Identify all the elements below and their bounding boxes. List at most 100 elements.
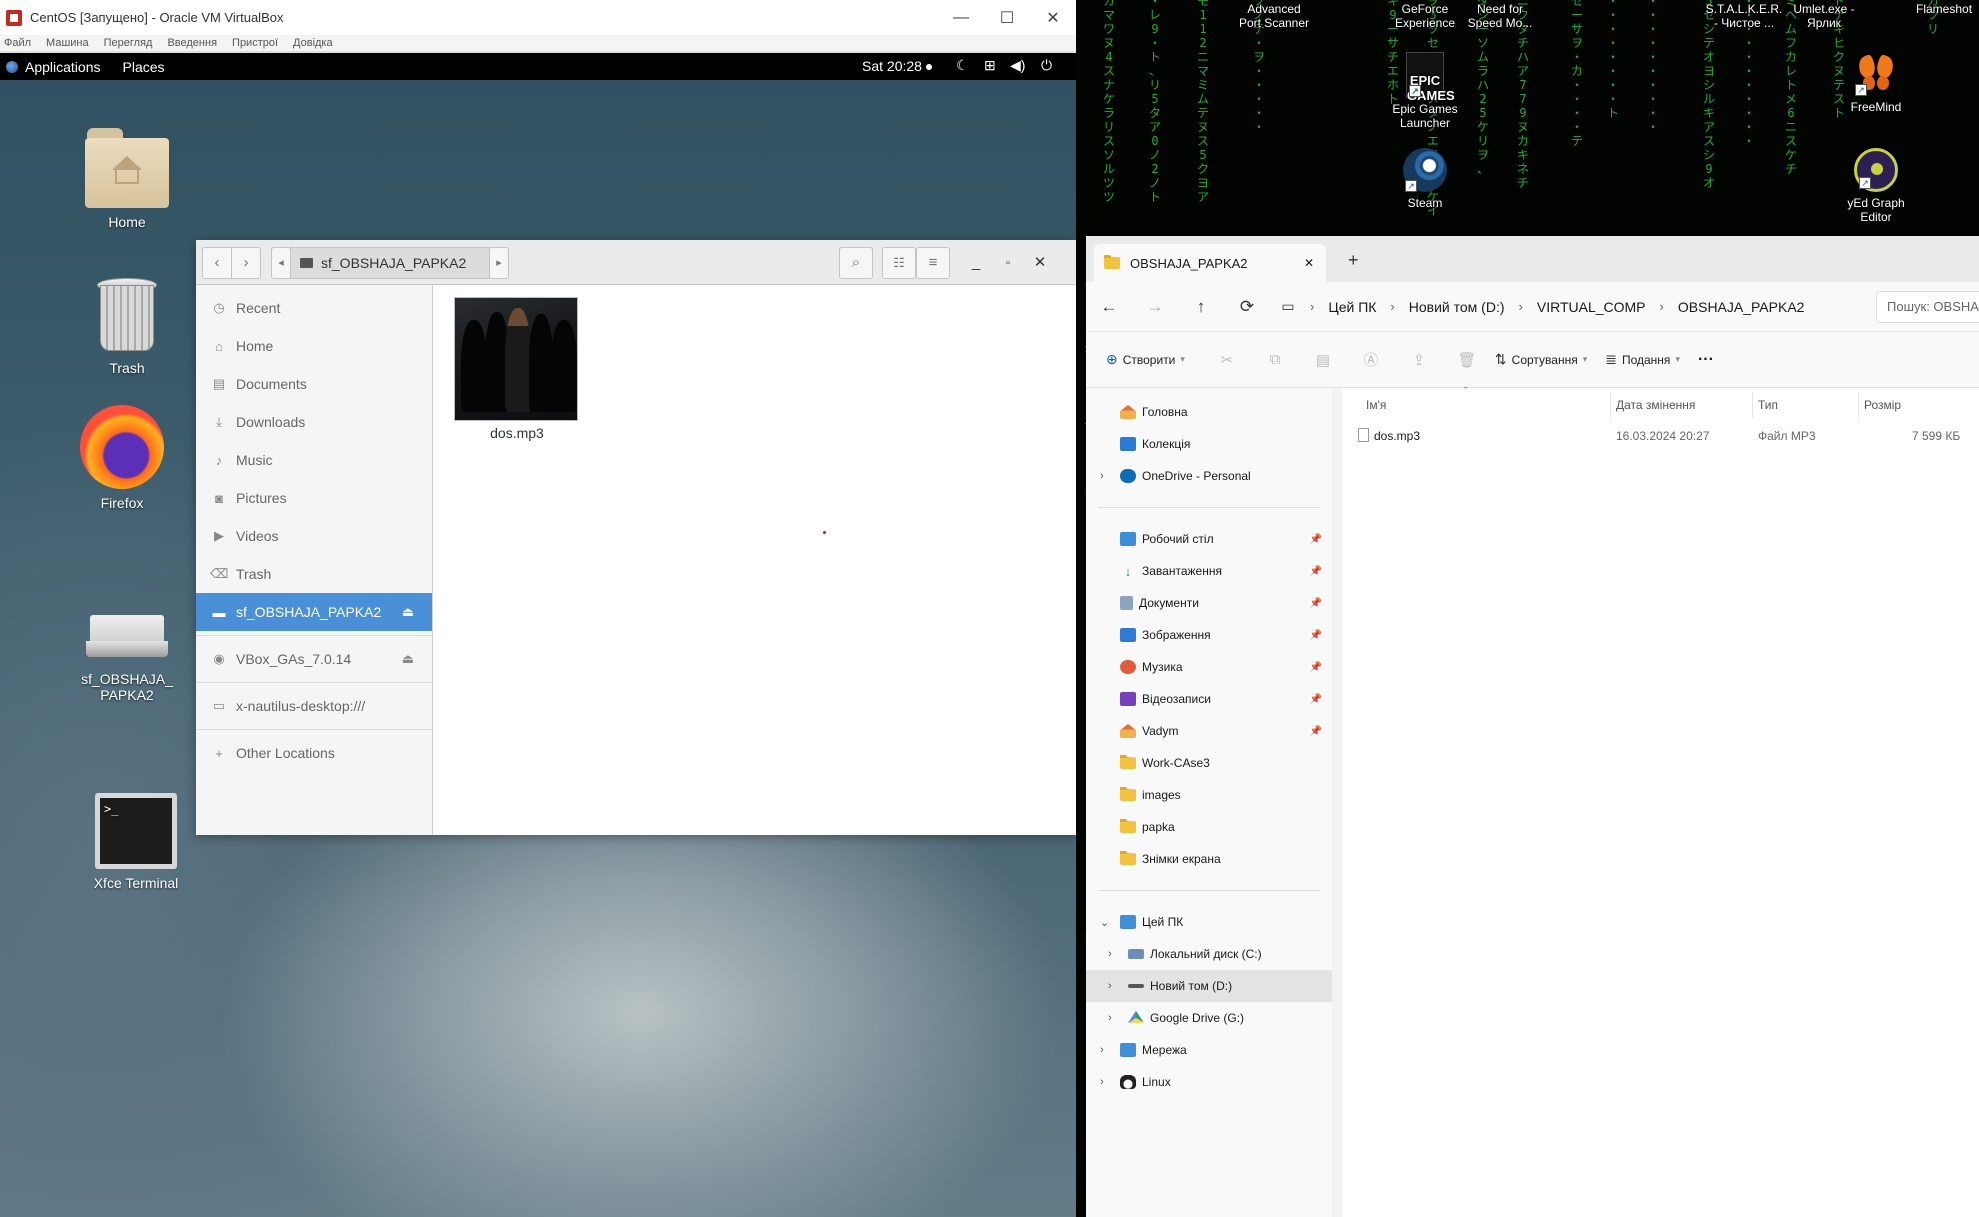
nav-item-gallery[interactable]: Колекція <box>1086 428 1332 460</box>
nav-item-downloads[interactable]: ↓ Завантаження 📌 <box>1086 555 1332 587</box>
nav-item-workcase[interactable]: Work-CAse3 <box>1086 747 1332 779</box>
delete-icon[interactable]: 🗑 <box>1443 351 1491 369</box>
breadcrumb-item[interactable]: OBSHAJA_PAPKA2 <box>1678 299 1805 315</box>
breadcrumb-item[interactable]: Новий том (D:) <box>1409 299 1505 315</box>
pin-icon[interactable]: 📌 <box>1310 726 1322 737</box>
rename-icon[interactable]: Ⓐ <box>1347 349 1395 370</box>
column-header-size[interactable]: Розмір <box>1864 398 1901 412</box>
sidebar-item-videos[interactable]: ▶ Videos <box>196 517 432 555</box>
close-button[interactable]: ✕ <box>1026 255 1054 270</box>
pin-icon[interactable]: 📌 <box>1310 534 1322 545</box>
menu-file[interactable]: Файл <box>4 37 31 49</box>
nautilus-file-view[interactable]: dos.mp3 <box>433 285 1076 835</box>
refresh-button[interactable]: ⟳ <box>1224 297 1270 317</box>
nav-item-home[interactable]: Головна <box>1086 396 1332 428</box>
path-segment-current[interactable]: sf_OBSHAJA_PAPKA2 <box>290 247 490 279</box>
view-toggle-button[interactable]: ☷ <box>882 247 916 279</box>
column-header-date[interactable]: Дата змінення <box>1616 398 1695 412</box>
nav-item-papka[interactable]: papka <box>1086 811 1332 843</box>
chevron-right-icon[interactable]: › <box>1100 470 1104 482</box>
epic-games-launcher-shortcut[interactable]: EPIC GAMES ↗ Epic Games Launcher <box>1377 52 1473 130</box>
explorer-tab-bar[interactable]: OBSHAJA_PAPKA2 ✕ + <box>1086 236 1979 282</box>
more-options-button[interactable]: ··· <box>1698 351 1714 369</box>
virtualbox-titlebar[interactable]: CentOS [Запущено] - Oracle VM VirtualBox… <box>0 0 1076 35</box>
breadcrumb-item[interactable]: VIRTUAL_COMP <box>1537 299 1646 315</box>
path-scroll-left-button[interactable]: ◂ <box>271 247 291 279</box>
minimize-button[interactable]: _ <box>962 255 990 270</box>
pin-icon[interactable]: 📌 <box>1310 566 1322 577</box>
column-header-name[interactable]: Ім'я <box>1366 398 1386 412</box>
view-button[interactable]: ≣ Подання ▾ <box>1605 351 1680 368</box>
column-divider[interactable] <box>1752 392 1753 418</box>
chevron-right-icon[interactable]: › <box>1108 980 1112 992</box>
flameshot-shortcut[interactable]: Flameshot <box>1916 2 1979 16</box>
nautilus-headerbar[interactable]: ‹ › ◂ sf_OBSHAJA_PAPKA2 ▸ ⌕ ☷ ≡ _ ▫ ✕ <box>196 240 1076 285</box>
steam-shortcut[interactable]: ↗ Steam <box>1377 148 1473 210</box>
power-icon[interactable]: ⏻ <box>1041 57 1052 74</box>
places-menu[interactable]: Places <box>123 59 165 75</box>
column-divider[interactable] <box>1610 392 1611 418</box>
sidebar-item-documents[interactable]: ▤ Documents <box>196 365 432 403</box>
nav-item-linux[interactable]: › Linux <box>1086 1066 1332 1098</box>
umlet-shortcut[interactable]: Umlet.exe - Ярлик <box>1776 2 1872 30</box>
chevron-right-icon[interactable]: › <box>1108 1012 1112 1024</box>
paste-icon[interactable]: ▤ <box>1299 351 1347 369</box>
nav-item-drive-c[interactable]: › Локальний диск (C:) <box>1086 938 1332 970</box>
cut-icon[interactable]: ✂ <box>1203 351 1251 369</box>
desktop-trash[interactable]: Trash <box>67 278 187 376</box>
nav-item-drive-d[interactable]: › Новий том (D:) <box>1086 970 1332 1002</box>
sidebar-item-pictures[interactable]: ◙ Pictures <box>196 479 432 517</box>
pin-icon[interactable]: 📌 <box>1310 630 1322 641</box>
back-button[interactable]: ‹ <box>202 247 232 279</box>
tab-close-button[interactable]: ✕ <box>1304 256 1314 270</box>
maximize-button[interactable]: ▫ <box>994 256 1022 270</box>
forward-button[interactable]: → <box>1132 297 1178 317</box>
nav-item-network[interactable]: › Мережа <box>1086 1034 1332 1066</box>
volume-icon[interactable]: ◀) <box>1010 57 1025 74</box>
nav-item-pictures[interactable]: Зображення 📌 <box>1086 619 1332 651</box>
search-input[interactable]: Пошук: OBSHAJA_PAPKA2 <box>1876 291 1979 323</box>
guest-screen[interactable]: Applications Places Sat 20:28 ☾ ⊞ ◀) ⏻ H… <box>0 53 1076 1217</box>
menu-help[interactable]: Довідка <box>293 37 333 49</box>
chevron-right-icon[interactable]: › <box>1100 1076 1104 1088</box>
menu-view[interactable]: Перегляд <box>104 37 153 49</box>
menu-button[interactable]: ≡ <box>916 247 950 279</box>
clock[interactable]: Sat 20:28 <box>862 58 932 74</box>
nav-item-documents[interactable]: Документи 📌 <box>1086 587 1332 619</box>
menu-input[interactable]: Введення <box>167 37 217 49</box>
menu-devices[interactable]: Пристрої <box>232 37 278 49</box>
network-wired-icon[interactable]: ⊞ <box>984 57 996 74</box>
yed-graph-editor-shortcut[interactable]: ↗ yEd Graph Editor <box>1828 148 1924 224</box>
nav-item-music[interactable]: Музика 📌 <box>1086 651 1332 683</box>
column-divider[interactable] <box>1858 392 1859 418</box>
sidebar-item-desktop-location[interactable]: ▭ x-nautilus-desktop:/// <box>196 687 432 725</box>
chevron-right-icon[interactable]: › <box>1108 948 1112 960</box>
nav-item-drive-g[interactable]: › Google Drive (G:) <box>1086 1002 1332 1034</box>
explorer-file-list[interactable]: ⌃ Ім'я Дата змінення Тип Розмір dos.mp3 … <box>1342 385 1979 1217</box>
desktop-shared-drive[interactable]: sf_OBSHAJA_ PAPKA2 <box>67 585 187 703</box>
close-button[interactable]: ✕ <box>1030 8 1076 28</box>
maximize-button[interactable]: ☐ <box>984 8 1030 28</box>
forward-button[interactable]: › <box>231 247 261 279</box>
sidebar-item-downloads[interactable]: ⤓ Downloads <box>196 403 432 441</box>
chevron-down-icon[interactable]: ⌄ <box>1100 916 1109 929</box>
sidebar-item-trash[interactable]: ⌫ Trash <box>196 555 432 593</box>
menu-machine[interactable]: Машина <box>46 37 89 49</box>
chevron-right-icon[interactable]: › <box>1100 1044 1104 1056</box>
nav-item-desktop[interactable]: Робочий стіл 📌 <box>1086 523 1332 555</box>
minimize-button[interactable]: — <box>938 9 984 27</box>
need-for-speed-shortcut[interactable]: Need for Speed Mo... <box>1452 2 1548 30</box>
pin-icon[interactable]: 📌 <box>1310 598 1322 609</box>
sidebar-item-shared-folder[interactable]: ▬ sf_OBSHAJA_PAPKA2 ⏏ <box>196 593 432 631</box>
applications-menu[interactable]: Applications <box>6 59 101 75</box>
nav-item-vadym[interactable]: Vadym 📌 <box>1086 715 1332 747</box>
copy-icon[interactable]: ⧉ <box>1251 351 1299 368</box>
create-button[interactable]: ⊕ Створити ▾ <box>1106 351 1185 368</box>
breadcrumb-item[interactable]: Цей ПК <box>1328 299 1376 315</box>
sidebar-item-recent[interactable]: ◷ Recent <box>196 289 432 327</box>
sidebar-item-other-locations[interactable]: + Other Locations <box>196 734 432 772</box>
file-row[interactable]: dos.mp3 16.03.2024 20:27 Файл MP3 7 599 … <box>1342 422 1979 450</box>
sidebar-item-home[interactable]: ⌂ Home <box>196 327 432 365</box>
column-header-type[interactable]: Тип <box>1758 398 1778 412</box>
path-scroll-right-button[interactable]: ▸ <box>489 247 509 279</box>
